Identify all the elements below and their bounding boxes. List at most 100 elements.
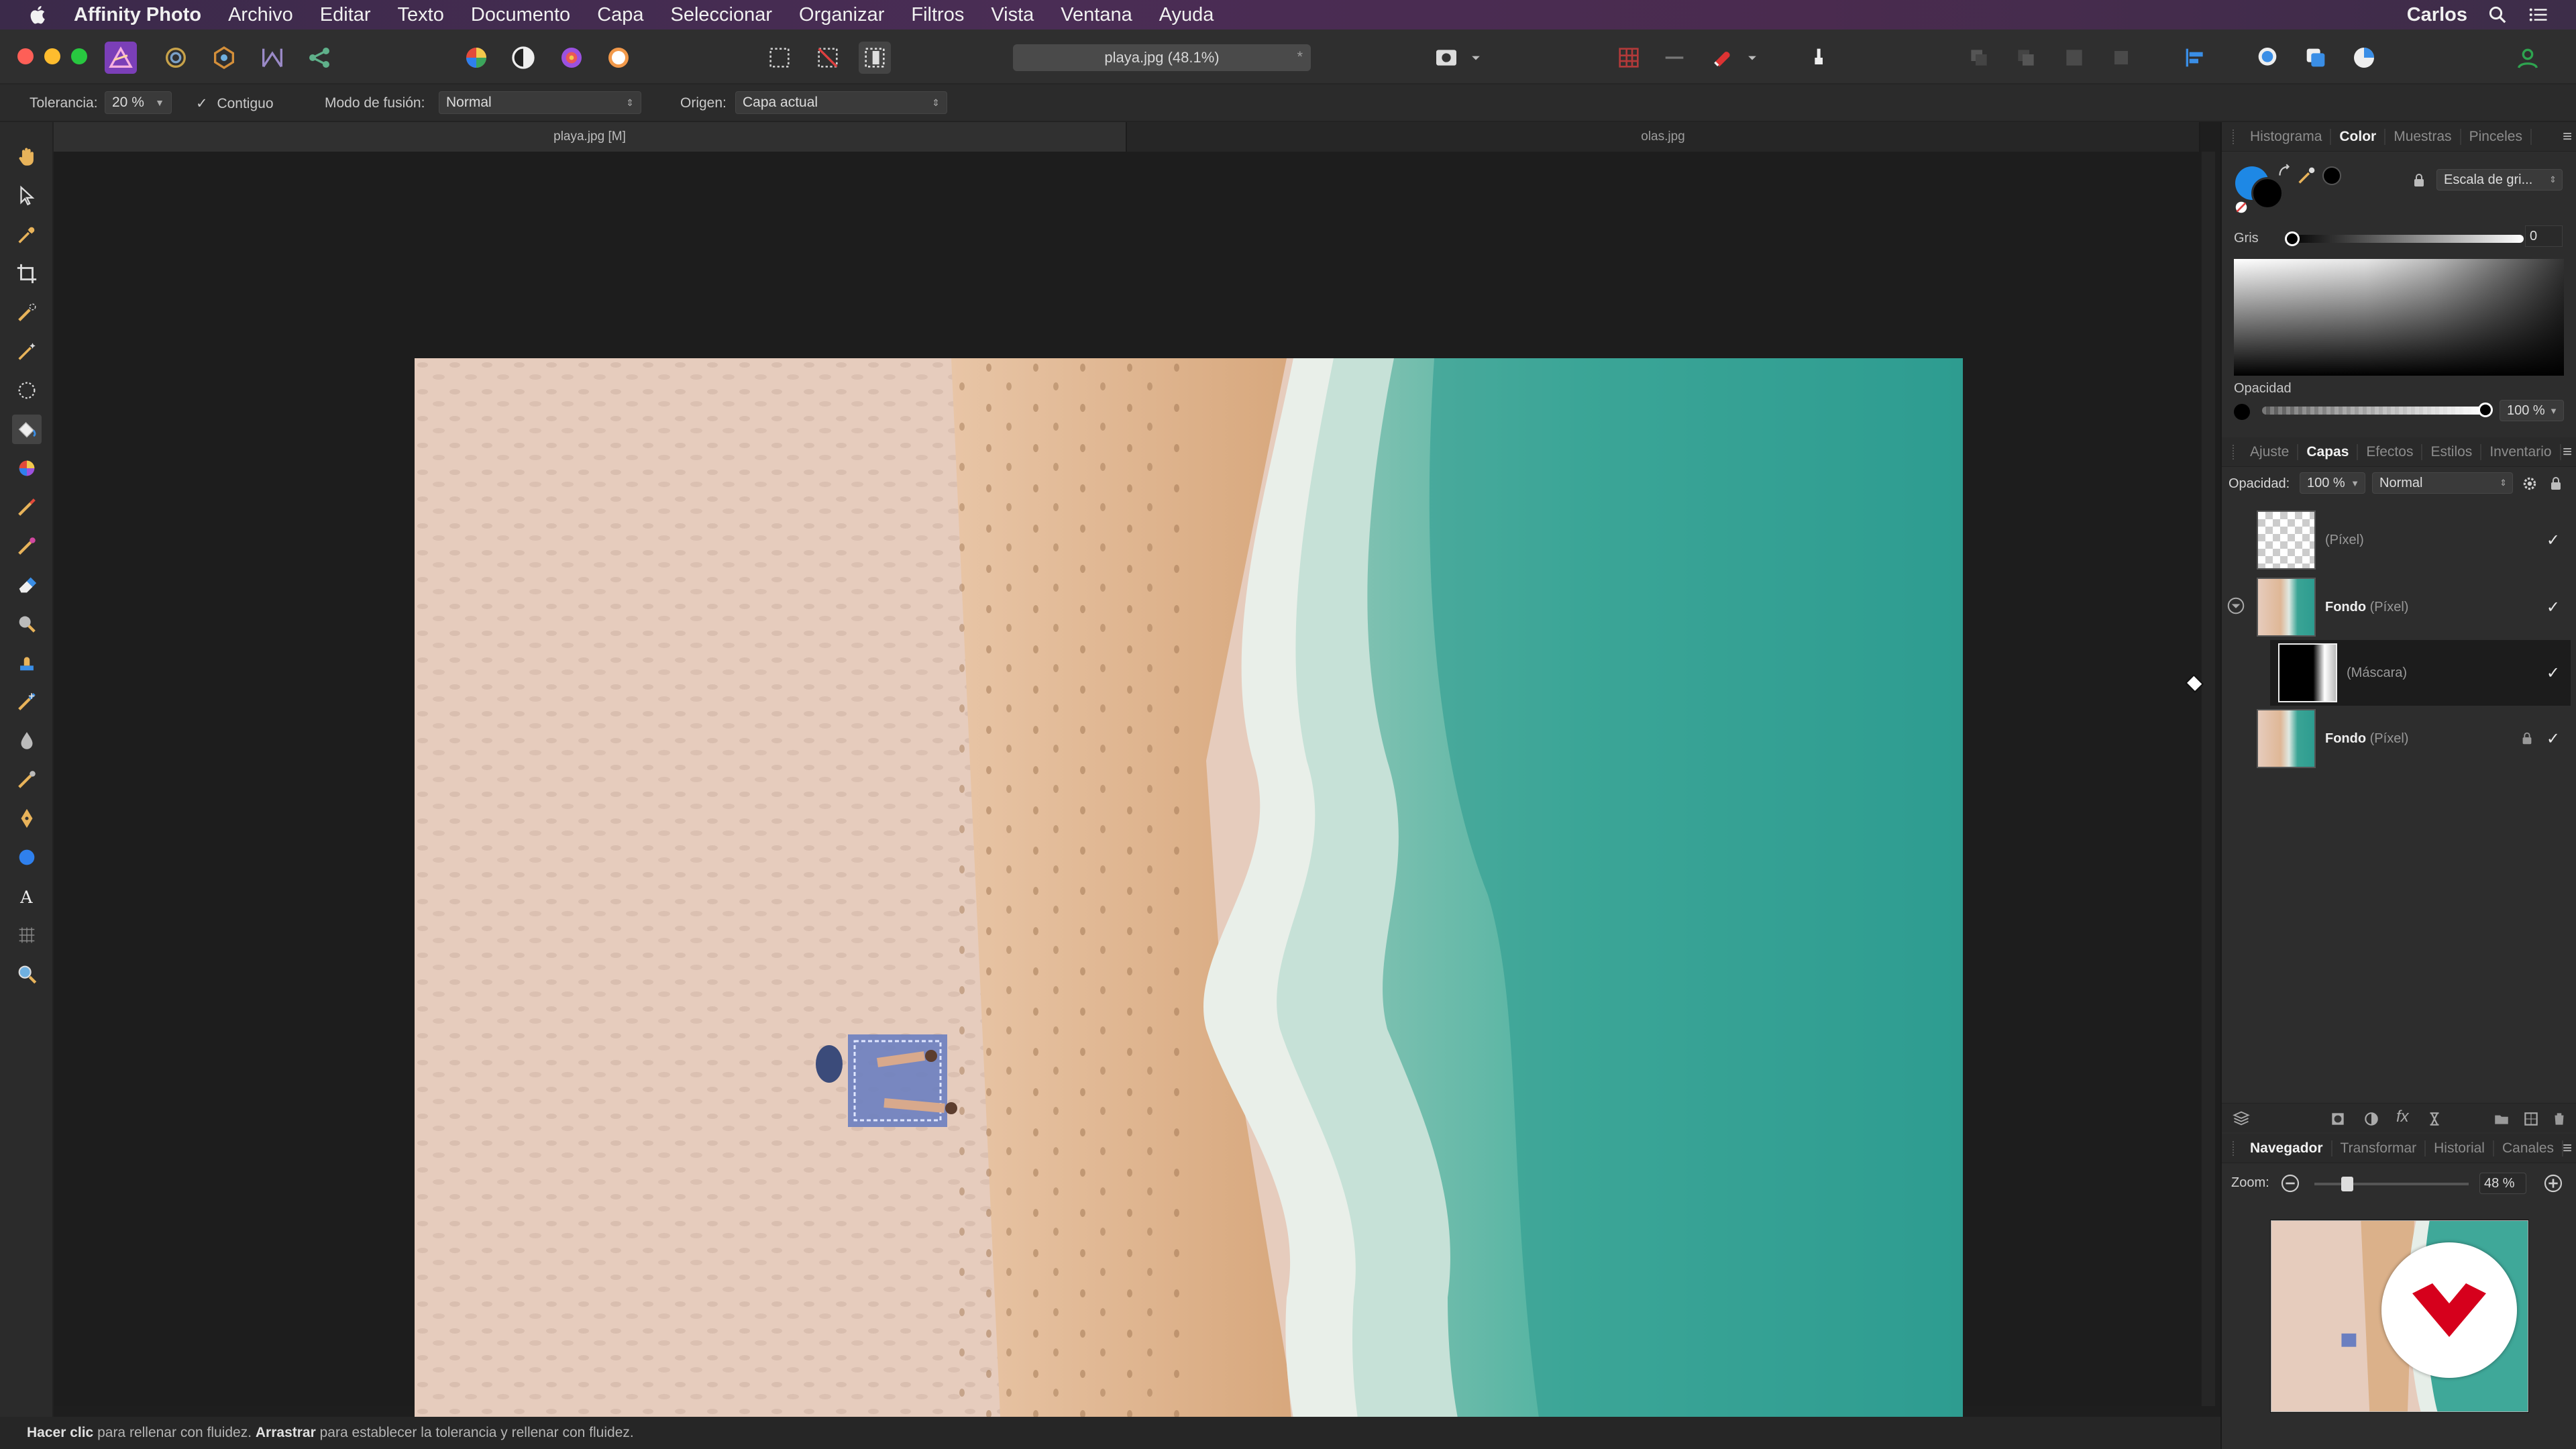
lock-icon[interactable] — [2411, 172, 2427, 189]
studio-panel-button[interactable] — [2251, 42, 2284, 74]
adjustment-icon[interactable] — [2363, 1110, 2380, 1128]
fx-icon[interactable]: fx — [2396, 1108, 2409, 1126]
photo-persona-button[interactable] — [105, 42, 137, 74]
layer-opacity-field[interactable]: 100 % ▼ — [2300, 472, 2365, 494]
tab-capas[interactable]: Capas — [2298, 443, 2359, 460]
tab-inventario[interactable]: Inventario — [2481, 443, 2561, 460]
tab-historial[interactable]: Historial — [2426, 1140, 2494, 1157]
rect-marquee-button[interactable] — [763, 42, 796, 74]
develop-persona-button[interactable] — [208, 42, 240, 74]
live-filter-icon[interactable] — [2426, 1110, 2443, 1128]
tab-pinceles[interactable]: Pinceles — [2461, 128, 2532, 145]
tab-ajuste[interactable]: Ajuste — [2242, 443, 2299, 460]
tab-histograma[interactable]: Histograma — [2242, 128, 2332, 145]
clone-brush-tool[interactable] — [12, 648, 42, 678]
gradient-tool[interactable] — [12, 453, 42, 483]
dodge-tool[interactable] — [12, 609, 42, 639]
color-model-select[interactable]: Escala de gri... ⇕ — [2436, 169, 2563, 191]
no-color-icon[interactable] — [2234, 200, 2249, 215]
eyedropper-icon[interactable] — [2296, 164, 2318, 186]
source-select[interactable]: Capa actual ⇕ — [735, 91, 947, 114]
color-picker-tool[interactable] — [12, 220, 42, 250]
gear-icon[interactable] — [2521, 475, 2538, 492]
quick-mask-button[interactable] — [1430, 42, 1462, 74]
paint-brush-tool[interactable] — [12, 492, 42, 522]
color-replacement-tool[interactable] — [12, 531, 42, 561]
tab-transformar[interactable]: Transformar — [2332, 1140, 2426, 1157]
snapping-grid-button[interactable] — [1613, 42, 1645, 74]
menu-archivo[interactable]: Archivo — [228, 4, 293, 26]
arrange-forward-button[interactable] — [2058, 42, 2090, 74]
mesh-warp-tool[interactable] — [12, 920, 42, 950]
zoom-slider[interactable] — [2314, 1183, 2469, 1185]
menu-capa[interactable]: Capa — [597, 4, 643, 26]
marquee-tool[interactable] — [12, 376, 42, 405]
panel-menu-icon[interactable]: ≡ — [2563, 443, 2572, 462]
stroke-color-swatch[interactable] — [2251, 177, 2284, 209]
snapping-magnet-button[interactable] — [1707, 42, 1739, 74]
quick-mask-dropdown[interactable] — [1466, 42, 1485, 74]
history-snapshot-button[interactable] — [2348, 42, 2380, 74]
color-opacity-field[interactable]: 100 % ▼ — [2500, 400, 2564, 421]
levels-button[interactable] — [507, 42, 539, 74]
layer-visibility-checkbox[interactable]: ✓ — [2546, 663, 2560, 683]
swap-colors-icon[interactable] — [2275, 162, 2293, 180]
gray-slider-knob[interactable] — [2285, 231, 2300, 246]
expand-chevron-icon[interactable] — [2226, 596, 2246, 616]
menu-filtros[interactable]: Filtros — [911, 4, 964, 26]
zoom-in-icon[interactable] — [2542, 1173, 2564, 1194]
snapping-dropdown[interactable] — [1743, 42, 1762, 74]
gray-value-field[interactable]: 0 — [2525, 225, 2563, 247]
layer-row-fondo-group[interactable]: Fondo (Píxel) ✓ — [2249, 574, 2571, 640]
panel-menu-icon[interactable]: ≡ — [2563, 127, 2572, 146]
tab-navegador[interactable]: Navegador — [2242, 1140, 2332, 1157]
new-pixel-layer-icon[interactable] — [2522, 1110, 2540, 1128]
panel-grip-icon[interactable] — [2233, 1140, 2237, 1156]
tab-muestras[interactable]: Muestras — [2385, 128, 2461, 145]
tab-color[interactable]: Color — [2331, 128, 2386, 145]
arrange-backward-button[interactable] — [2010, 42, 2042, 74]
trash-icon[interactable] — [2551, 1110, 2568, 1128]
contiguous-checkbox[interactable]: ✓ Contiguo — [196, 95, 274, 112]
hsl-button[interactable] — [555, 42, 588, 74]
layer-row-mask[interactable]: (Máscara) ✓ — [2270, 640, 2571, 706]
shape-tool[interactable] — [12, 843, 42, 872]
selection-brush-tool[interactable] — [12, 298, 42, 327]
assistant-button[interactable] — [2300, 42, 2332, 74]
hand-cursor-button[interactable] — [1803, 42, 1835, 74]
layer-row-pixel-empty[interactable]: (Píxel) ✓ — [2249, 507, 2571, 573]
liquify-persona-button[interactable] — [160, 42, 192, 74]
menu-documento[interactable]: Documento — [471, 4, 570, 26]
snapping-lines-button[interactable] — [1658, 42, 1690, 74]
deselect-button[interactable] — [812, 42, 844, 74]
opacity-slider[interactable] — [2262, 407, 2483, 415]
menu-vista[interactable]: Vista — [991, 4, 1034, 26]
flood-select-tool[interactable] — [12, 337, 42, 366]
healing-brush-tool[interactable] — [12, 687, 42, 716]
tone-mapping-persona-button[interactable] — [256, 42, 288, 74]
zoom-window-button[interactable] — [71, 48, 87, 64]
menu-ventana[interactable]: Ventana — [1061, 4, 1132, 26]
doc-tab-olas[interactable]: olas.jpg — [1127, 122, 2200, 152]
document-title[interactable]: playa.jpg (48.1%) * — [1013, 44, 1311, 71]
invert-selection-button[interactable] — [859, 42, 891, 74]
layer-blend-select[interactable]: Normal ⇕ — [2372, 472, 2513, 494]
beach-photo[interactable] — [415, 358, 1963, 1449]
move-tool[interactable] — [12, 181, 42, 211]
lock-icon[interactable] — [2548, 475, 2564, 492]
gray-picker-area[interactable] — [2234, 259, 2564, 376]
panel-grip-icon[interactable] — [2233, 444, 2237, 460]
menu-seleccionar[interactable]: Seleccionar — [671, 4, 773, 26]
search-icon[interactable] — [2487, 5, 2508, 25]
crop-tool[interactable] — [12, 259, 42, 288]
panel-grip-icon[interactable] — [2233, 129, 2237, 144]
export-persona-button[interactable] — [303, 42, 335, 74]
tolerance-field[interactable]: 20 % ▼ — [105, 91, 172, 114]
view-tool[interactable] — [12, 142, 42, 172]
arrange-front-button[interactable] — [2105, 42, 2137, 74]
menu-ayuda[interactable]: Ayuda — [1159, 4, 1214, 26]
opacity-slider-knob[interactable] — [2478, 402, 2493, 417]
layer-visibility-checkbox[interactable]: ✓ — [2546, 531, 2560, 550]
doc-tab-playa[interactable]: playa.jpg [M] — [54, 122, 1127, 152]
align-button[interactable] — [2179, 42, 2211, 74]
